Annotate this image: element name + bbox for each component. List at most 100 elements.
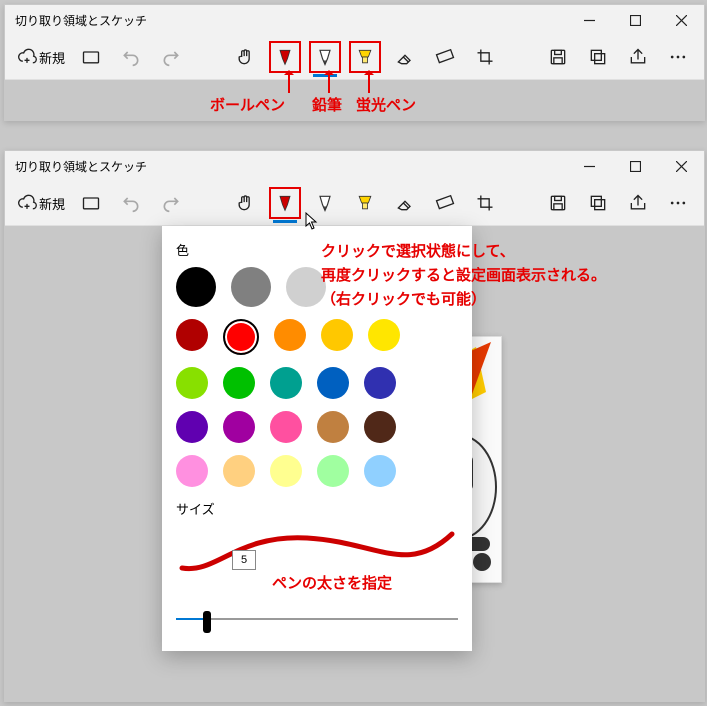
- eraser-button[interactable]: [385, 183, 425, 223]
- arrow-pencil: [328, 71, 330, 93]
- more-icon: [668, 47, 688, 67]
- save-icon: [548, 47, 568, 67]
- window-title: 切り取り領域とスケッチ: [15, 158, 147, 175]
- color-swatch[interactable]: [176, 411, 208, 443]
- ruler-button[interactable]: [425, 183, 465, 223]
- ruler-button[interactable]: [425, 37, 465, 77]
- share-icon: [628, 193, 648, 213]
- ballpoint-pen-button[interactable]: [265, 183, 305, 223]
- color-swatch[interactable]: [364, 455, 396, 487]
- click-note: クリックで選択状態にして、 再度クリックすると設定画面表示される。 （右クリック…: [321, 240, 606, 312]
- copy-icon: [588, 193, 608, 213]
- hand-icon: [235, 193, 255, 213]
- size-value-box: 5: [232, 550, 256, 570]
- color-swatch[interactable]: [317, 455, 349, 487]
- cloud-add-icon: [17, 193, 37, 213]
- copy-button[interactable]: [578, 183, 618, 223]
- pen-tip-icon: [275, 47, 295, 67]
- color-swatch[interactable]: [317, 411, 349, 443]
- slider-track: [176, 618, 458, 620]
- color-swatch[interactable]: [274, 319, 306, 351]
- copy-button[interactable]: [578, 37, 618, 77]
- minimize-button[interactable]: [566, 151, 612, 181]
- minimize-button[interactable]: [566, 5, 612, 35]
- redo-icon: [161, 193, 181, 213]
- more-button[interactable]: [658, 37, 698, 77]
- redo-button[interactable]: [151, 37, 191, 77]
- color-swatch[interactable]: [286, 267, 326, 307]
- new-button[interactable]: 新規: [11, 183, 71, 223]
- color-swatch[interactable]: [176, 455, 208, 487]
- window-snip-1: 切り取り領域とスケッチ 新規: [4, 4, 705, 121]
- more-button[interactable]: [658, 183, 698, 223]
- label-ballpoint: ボールペン: [210, 94, 285, 115]
- touch-write-button[interactable]: [225, 37, 265, 77]
- hand-icon: [235, 47, 255, 67]
- window-buttons: [566, 5, 704, 35]
- close-button[interactable]: [658, 151, 704, 181]
- color-swatch[interactable]: [321, 319, 353, 351]
- touch-write-button[interactable]: [225, 183, 265, 223]
- color-swatch[interactable]: [270, 455, 302, 487]
- color-swatch[interactable]: [368, 319, 400, 351]
- save-button[interactable]: [538, 37, 578, 77]
- canvas-area: [5, 80, 704, 120]
- color-palette: [176, 319, 458, 487]
- highlighter-icon: [355, 193, 375, 213]
- share-icon: [628, 47, 648, 67]
- color-swatch[interactable]: [270, 367, 302, 399]
- color-swatch[interactable]: [317, 367, 349, 399]
- close-button[interactable]: [658, 5, 704, 35]
- save-icon: [548, 193, 568, 213]
- maximize-button[interactable]: [612, 151, 658, 181]
- arrow-ballpoint: [288, 71, 290, 93]
- color-swatch[interactable]: [176, 367, 208, 399]
- color-swatch[interactable]: [270, 411, 302, 443]
- ruler-icon: [435, 47, 455, 67]
- save-button[interactable]: [538, 183, 578, 223]
- new-button[interactable]: 新規: [11, 37, 71, 77]
- size-heading: サイズ: [176, 499, 458, 518]
- redo-icon: [161, 47, 181, 67]
- label-highlighter: 蛍光ペン: [356, 94, 416, 115]
- undo-button[interactable]: [111, 37, 151, 77]
- crop-button[interactable]: [465, 183, 505, 223]
- color-swatch[interactable]: [364, 367, 396, 399]
- maximize-button[interactable]: [612, 5, 658, 35]
- color-swatch[interactable]: [223, 319, 259, 355]
- open-button[interactable]: [71, 37, 111, 77]
- pencil-tip-icon: [315, 193, 335, 213]
- new-label: 新規: [39, 48, 65, 67]
- eraser-icon: [395, 47, 415, 67]
- crop-icon: [475, 47, 495, 67]
- copy-icon: [588, 47, 608, 67]
- highlighter-icon: [355, 47, 375, 67]
- color-swatch[interactable]: [176, 319, 208, 351]
- slider-thumb[interactable]: [203, 611, 211, 633]
- folder-icon: [81, 47, 101, 67]
- redo-button[interactable]: [151, 183, 191, 223]
- color-swatch[interactable]: [231, 267, 271, 307]
- color-swatch[interactable]: [176, 267, 216, 307]
- folder-icon: [81, 193, 101, 213]
- arrow-highlighter: [368, 71, 370, 93]
- crop-button[interactable]: [465, 37, 505, 77]
- share-button[interactable]: [618, 183, 658, 223]
- eraser-button[interactable]: [385, 37, 425, 77]
- window-snip-2: 切り取り領域とスケッチ 新規: [4, 150, 705, 702]
- color-swatch[interactable]: [223, 411, 255, 443]
- share-button[interactable]: [618, 37, 658, 77]
- undo-button[interactable]: [111, 183, 151, 223]
- color-swatch[interactable]: [223, 367, 255, 399]
- undo-icon: [121, 47, 141, 67]
- canvas-area: 色 サイズ 5 ペンの太さを指定 クリックで選択状態にして、 再度クリックすると…: [5, 226, 704, 701]
- color-swatch[interactable]: [223, 455, 255, 487]
- highlighter-button[interactable]: [345, 183, 385, 223]
- window-buttons: [566, 151, 704, 181]
- open-button[interactable]: [71, 183, 111, 223]
- pencil-tip-icon: [315, 47, 335, 67]
- size-note: ペンの太さを指定: [272, 572, 554, 593]
- color-swatch[interactable]: [364, 411, 396, 443]
- size-slider[interactable]: [176, 609, 458, 629]
- window-title: 切り取り領域とスケッチ: [15, 12, 147, 29]
